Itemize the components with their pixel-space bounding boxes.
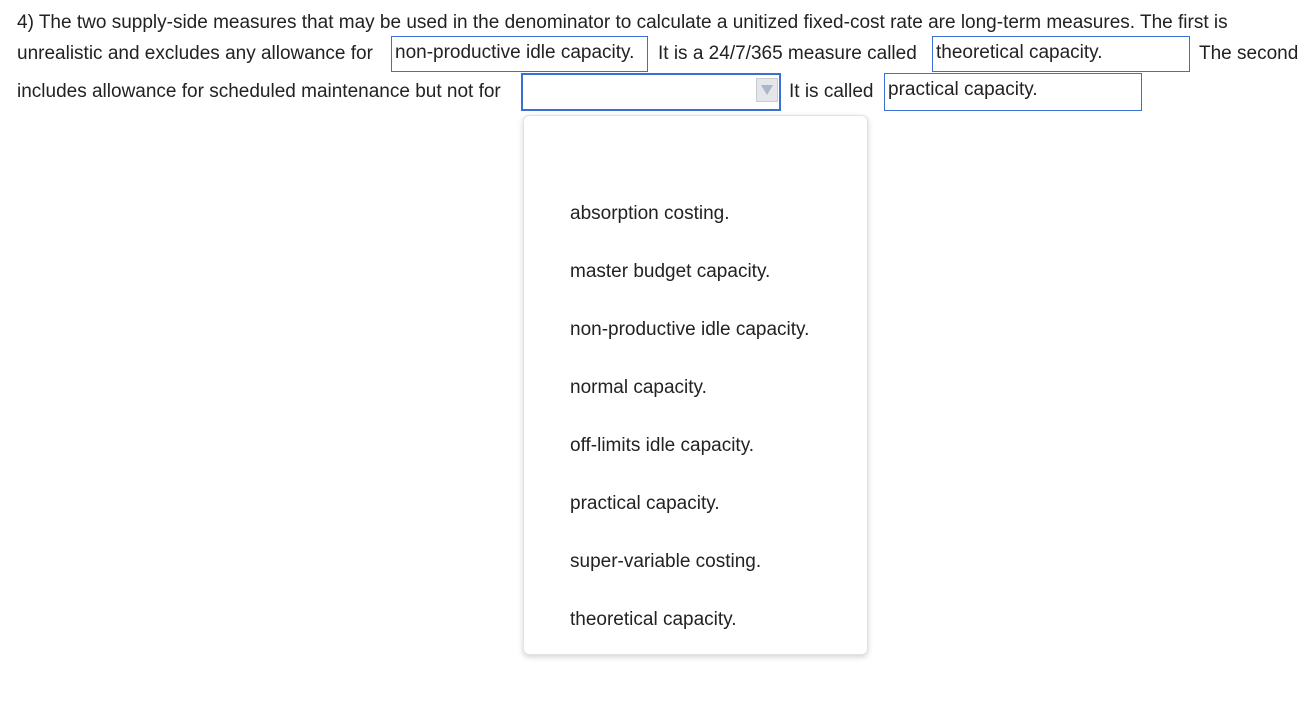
- dropdown-option-non-productive-idle-capacity[interactable]: non-productive idle capacity.: [570, 318, 809, 342]
- dropdown-option-normal-capacity[interactable]: normal capacity.: [570, 376, 707, 400]
- dropdown-option-absorption-costing[interactable]: absorption costing.: [570, 202, 730, 226]
- question-text-line-3-middle: It is called: [789, 81, 874, 102]
- answer-blank-1[interactable]: non-productive idle capacity.: [391, 36, 648, 72]
- dropdown-option-practical-capacity[interactable]: practical capacity.: [570, 492, 720, 516]
- question-text-line-2-prefix: unrealistic and excludes any allowance f…: [17, 43, 373, 64]
- answer-select-3[interactable]: [521, 73, 781, 111]
- chevron-down-icon[interactable]: [756, 78, 778, 102]
- dropdown-option-off-limits-idle-capacity[interactable]: off-limits idle capacity.: [570, 434, 754, 458]
- dropdown-option-master-budget-capacity[interactable]: master budget capacity.: [570, 260, 770, 284]
- dropdown-option-theoretical-capacity[interactable]: theoretical capacity.: [570, 608, 737, 632]
- question-text-line-1: 4) The two supply-side measures that may…: [17, 12, 1228, 33]
- question-text-line-3-prefix: includes allowance for scheduled mainten…: [17, 81, 501, 102]
- dropdown-menu: absorption costing. master budget capaci…: [523, 115, 868, 655]
- question-text-line-2-suffix: The second: [1199, 43, 1299, 64]
- answer-blank-2[interactable]: theoretical capacity.: [932, 36, 1190, 72]
- answer-blank-4[interactable]: practical capacity.: [884, 73, 1142, 111]
- dropdown-option-super-variable-costing[interactable]: super-variable costing.: [570, 550, 761, 574]
- question-text-line-2-middle: It is a 24/7/365 measure called: [658, 43, 917, 64]
